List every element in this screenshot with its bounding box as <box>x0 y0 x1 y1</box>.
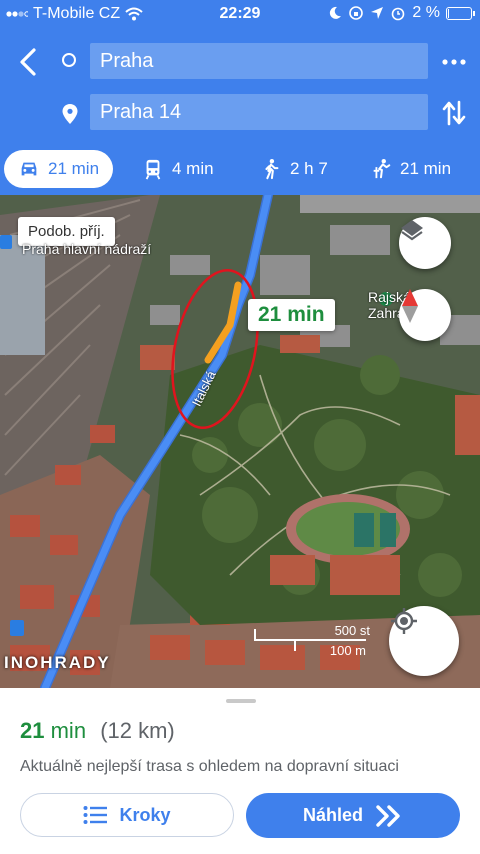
route-summary-sheet: 21 min (12 km) Aktuálně nejlepší trasa s… <box>0 688 480 854</box>
route-summary: 21 min (12 km) <box>20 718 175 744</box>
mode-walk-label: 2 h 7 <box>290 159 328 178</box>
location-arrow-icon <box>371 7 384 19</box>
mode-drive-label: 21 min <box>48 159 100 178</box>
destination-field[interactable]: Praha 14 <box>90 94 428 130</box>
rotation-lock-icon <box>349 6 364 20</box>
directions-header: Praha Praha 14 21 min 4 min 2 h 7 21 min <box>0 30 480 195</box>
walking-icon <box>265 159 279 180</box>
compass-button[interactable] <box>399 289 451 341</box>
compass-icon <box>402 289 418 323</box>
destination-pin-icon <box>62 104 78 124</box>
sheet-drag-handle[interactable] <box>226 699 256 703</box>
ride-share-icon <box>373 159 391 179</box>
swap-icon[interactable] <box>442 100 466 126</box>
back-arrow-icon[interactable] <box>14 44 44 80</box>
list-icon <box>83 806 108 824</box>
preview-button-label: Náhled <box>302 805 363 825</box>
origin-field[interactable]: Praha <box>90 43 428 79</box>
more-options-icon[interactable] <box>442 50 466 74</box>
map-scale: 500 st 100 m <box>254 623 372 659</box>
status-right-group: 2 % <box>328 4 475 22</box>
mode-transit[interactable]: 4 min <box>142 150 214 188</box>
steps-button-label: Kroky <box>119 804 171 825</box>
origin-dot-icon <box>62 53 76 67</box>
duration-value: 21 <box>20 718 45 743</box>
battery-icon <box>446 6 475 20</box>
layers-button[interactable] <box>399 217 451 269</box>
distance-text: (12 km) <box>100 718 175 743</box>
poi-station-label[interactable]: Praha hlavní nádraží <box>22 241 151 257</box>
scale-label-bottom: 100 m <box>329 643 366 658</box>
mode-walk[interactable]: 2 h 7 <box>260 150 328 188</box>
moon-icon <box>330 6 342 19</box>
car-icon <box>21 162 37 176</box>
mode-ride-label: 21 min <box>400 159 452 178</box>
my-location-button[interactable] <box>389 606 459 676</box>
preview-button[interactable]: Náhled <box>246 793 460 838</box>
scale-label-top: 500 st <box>334 623 370 638</box>
travel-modes: 21 min 4 min 2 h 7 21 min <box>0 148 480 192</box>
similar-places-label: Podob. příj. <box>28 223 105 240</box>
duration-unit: min <box>50 718 87 743</box>
mode-drive[interactable]: 21 min <box>4 150 114 188</box>
route-description: Aktuálně nejlepší trasa s ohledem na dop… <box>20 758 399 775</box>
layers-icon <box>401 220 423 241</box>
district-label: INOHRADY <box>4 653 111 672</box>
mode-ride[interactable]: 21 min <box>370 150 451 188</box>
battery-percent: 2 % <box>412 4 440 21</box>
alarm-icon <box>392 7 405 21</box>
map-view[interactable]: Podob. příj. Praha hlavní nádraží Rajská… <box>0 195 480 688</box>
steps-button[interactable]: Kroky <box>20 793 234 837</box>
mode-transit-label: 4 min <box>172 159 214 178</box>
double-chevron-icon <box>376 804 400 827</box>
crosshair-icon <box>391 608 417 634</box>
route-eta-bubble[interactable]: 21 min <box>248 299 335 331</box>
transit-icon <box>145 159 161 180</box>
status-bar: T-Mobile CZ 22:29 2 % <box>0 0 480 30</box>
